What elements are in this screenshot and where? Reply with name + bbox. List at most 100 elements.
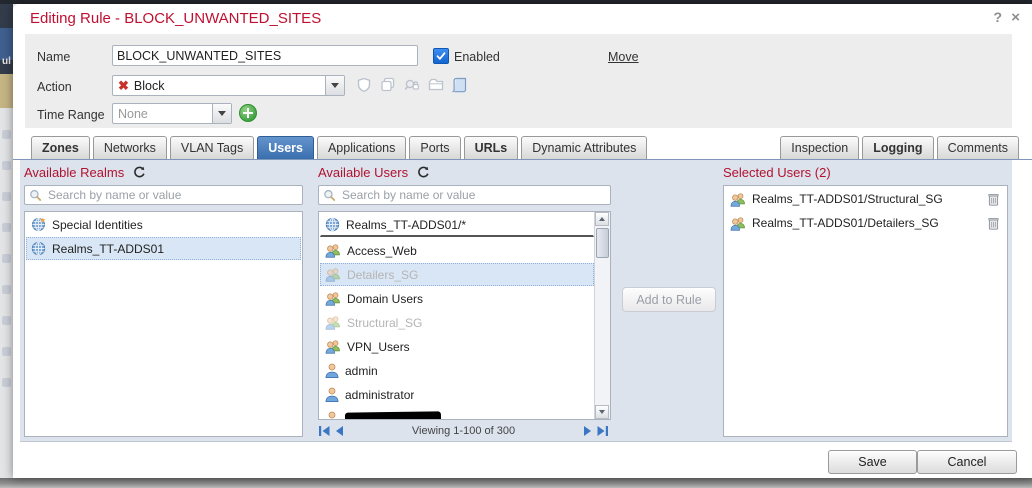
trash-icon[interactable]	[988, 217, 1001, 230]
action-dropdown[interactable]: ✖ Block	[112, 75, 345, 96]
inspect-lock-icon[interactable]	[403, 76, 420, 93]
block-x-icon: ✖	[118, 78, 129, 93]
move-link[interactable]: Move	[608, 50, 639, 64]
time-range-label: Time Range	[37, 108, 105, 122]
list-item-label: Realms_TT-ADDS01	[52, 241, 165, 256]
tab-dynamic-attributes[interactable]: Dynamic Attributes	[521, 136, 648, 159]
selected-users-list: Realms_TT-ADDS01/Structural_SG Realms_TT-…	[723, 185, 1008, 437]
users-pagination: Viewing 1-100 of 300	[318, 422, 609, 439]
save-button[interactable]: Save	[828, 450, 917, 474]
users-search	[318, 185, 611, 205]
list-item-label: Access_Web	[347, 243, 417, 258]
group-icon	[325, 291, 341, 306]
globe-special-icon	[31, 217, 46, 232]
group-icon	[730, 216, 746, 231]
time-range-value: None	[118, 106, 148, 121]
rule-form-panel: Name Enabled Move Action ✖ Block	[25, 34, 1012, 128]
prev-page-icon[interactable]	[334, 425, 344, 437]
enabled-checkbox[interactable]	[433, 48, 449, 64]
list-item-label: Realms_TT-ADDS01/*	[346, 217, 467, 232]
refresh-icon[interactable]	[133, 166, 146, 179]
name-label: Name	[37, 50, 71, 64]
list-item[interactable]: Domain Users	[320, 287, 594, 310]
background-list-ghosts	[0, 130, 13, 387]
copy-policy-icon[interactable]	[379, 76, 396, 93]
background-page-strip: ul	[0, 4, 13, 478]
list-item-label: Detailers_SG	[347, 267, 419, 282]
time-range-dropdown[interactable]: None	[112, 103, 232, 124]
scrollbar-thumb[interactable]	[596, 228, 609, 258]
tab-logging[interactable]: Logging	[862, 136, 934, 159]
group-icon	[730, 192, 746, 207]
redacted-username	[344, 411, 442, 419]
users-list-scrollbar[interactable]	[594, 212, 610, 419]
name-input[interactable]	[112, 45, 418, 66]
list-item[interactable]: Realms_TT-ADDS01/*	[320, 213, 594, 237]
globe-icon	[325, 217, 340, 232]
realms-search-input[interactable]	[46, 187, 298, 203]
tab-applications[interactable]: Applications	[316, 136, 407, 159]
tab-zones[interactable]: Zones	[31, 136, 90, 159]
rule-tabs: Zones Networks VLAN Tags Users Applications P…	[13, 136, 1032, 160]
chevron-down-icon[interactable]	[325, 76, 344, 95]
trash-icon[interactable]	[988, 193, 1001, 206]
action-toolbar	[355, 76, 468, 93]
list-item[interactable]: Access_Web	[320, 239, 594, 262]
logging-scroll-icon[interactable]	[451, 76, 468, 93]
users-tab-content: Available Realms Available Users Selecte…	[20, 160, 1012, 442]
scroll-up-icon[interactable]	[595, 212, 609, 226]
tabs-right: Inspection Logging Comments	[780, 136, 1022, 159]
page-bottom-scrollbar[interactable]	[0, 478, 1032, 488]
list-item[interactable]: Structural_SG	[320, 311, 594, 334]
search-icon	[29, 189, 42, 202]
search-icon	[323, 189, 336, 202]
tab-comments[interactable]: Comments	[936, 136, 1019, 159]
available-users-list: Realms_TT-ADDS01/* Access_Web Detailers_SG…	[318, 211, 611, 420]
tab-users[interactable]: Users	[257, 136, 314, 159]
shield-icon[interactable]	[355, 76, 372, 93]
selected-user-row: Realms_TT-ADDS01/Structural_SG	[724, 188, 1007, 210]
scroll-down-icon[interactable]	[595, 405, 609, 419]
list-item[interactable]: administrator	[320, 383, 594, 406]
tab-vlan-tags[interactable]: VLAN Tags	[169, 136, 255, 159]
group-icon	[325, 339, 341, 354]
available-realms-list: Special Identities Realms_TT-ADDS01	[24, 211, 303, 437]
paging-text: Viewing 1-100 of 300	[411, 424, 516, 437]
realms-search	[24, 185, 303, 205]
user-icon	[325, 411, 339, 419]
add-time-range-icon[interactable]	[239, 104, 257, 122]
list-item-label: Special Identities	[52, 217, 143, 232]
selected-users-header: Selected Users (2)	[723, 165, 831, 180]
cancel-button[interactable]: Cancel	[917, 450, 1017, 474]
action-value: Block	[133, 78, 165, 93]
editing-rule-dialog: Editing Rule - BLOCK_UNWANTED_SITES ? × …	[13, 4, 1032, 478]
help-icon[interactable]: ?	[993, 9, 1002, 25]
available-realms-header: Available Realms	[24, 165, 146, 180]
background-nav-strip: ul	[0, 4, 13, 74]
last-page-icon[interactable]	[596, 425, 609, 437]
next-page-icon[interactable]	[583, 425, 593, 437]
chevron-down-icon[interactable]	[212, 104, 231, 123]
refresh-icon[interactable]	[417, 166, 430, 179]
tab-ports[interactable]: Ports	[409, 136, 461, 159]
list-item[interactable]: Detailers_SG	[320, 263, 594, 286]
list-item[interactable]: Realms_TT-ADDS01	[26, 237, 301, 260]
action-label: Action	[37, 80, 72, 94]
dialog-title: Editing Rule - BLOCK_UNWANTED_SITES	[30, 10, 322, 27]
tab-inspection[interactable]: Inspection	[780, 136, 860, 159]
list-item[interactable]: VPN_Users	[320, 335, 594, 358]
first-page-icon[interactable]	[318, 425, 331, 437]
group-icon	[325, 267, 341, 282]
tab-urls[interactable]: URLs	[463, 136, 519, 159]
list-item[interactable]	[320, 407, 594, 419]
close-icon[interactable]: ×	[1011, 9, 1020, 26]
list-item[interactable]: Special Identities	[26, 213, 301, 236]
folder-icon[interactable]	[427, 76, 444, 93]
list-item[interactable]: admin	[320, 359, 594, 382]
tab-networks[interactable]: Networks	[92, 136, 167, 159]
add-to-rule-button[interactable]: Add to Rule	[622, 287, 716, 312]
list-item-label: VPN_Users	[347, 339, 410, 354]
check-icon	[436, 51, 446, 61]
users-search-input[interactable]	[340, 187, 606, 203]
enabled-label: Enabled	[454, 50, 500, 64]
